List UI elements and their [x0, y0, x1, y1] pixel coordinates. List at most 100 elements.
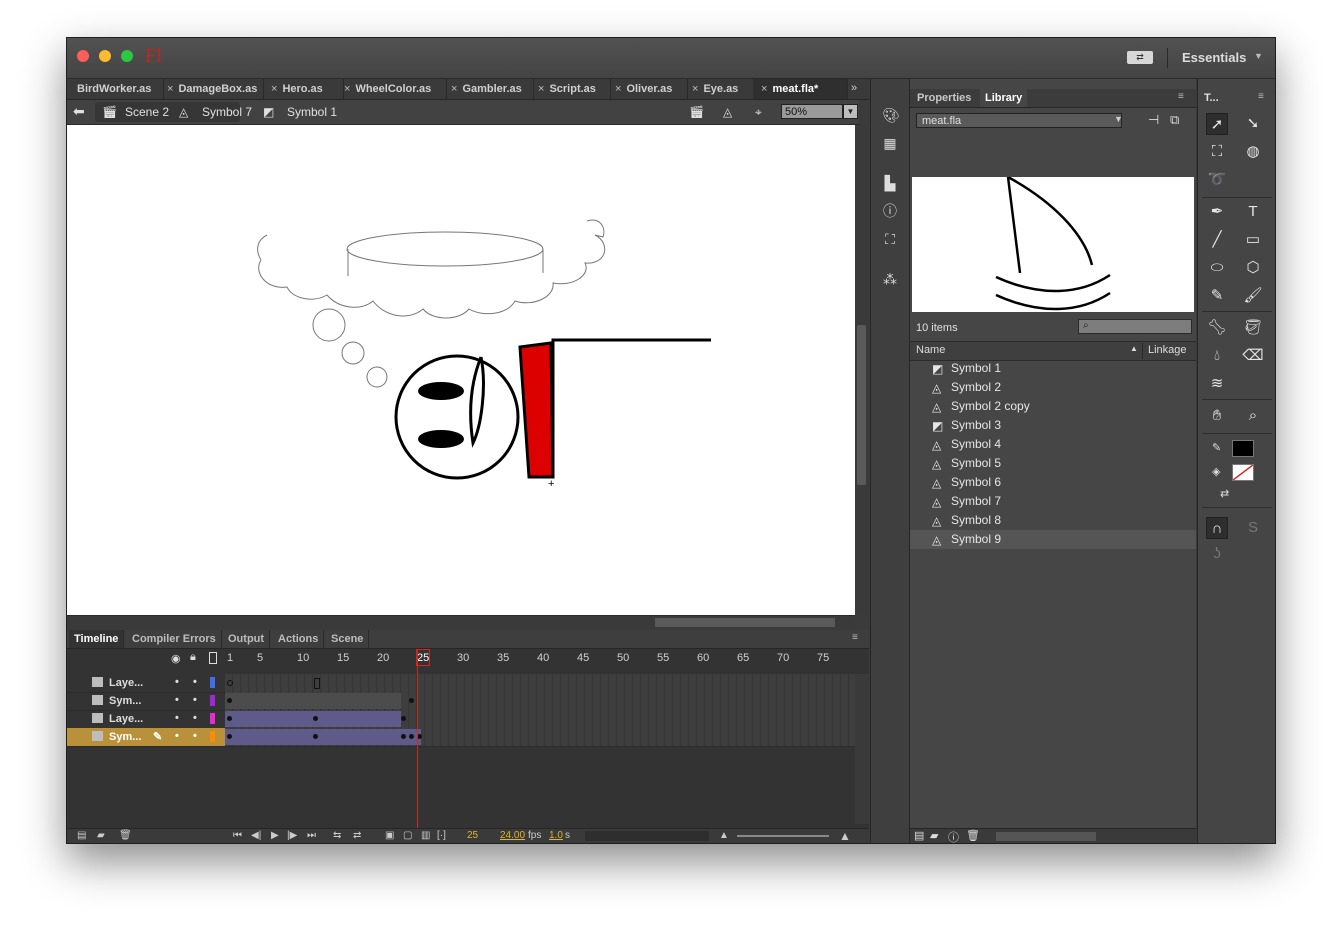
eraser-tool-icon[interactable]: ⌫	[1242, 345, 1264, 367]
outline-color-swatch[interactable]	[210, 731, 215, 742]
close-icon[interactable]: ×	[761, 83, 767, 95]
properties-icon[interactable]: ⓘ	[948, 829, 959, 843]
tab-library[interactable]: Library	[980, 89, 1028, 107]
selection-tool-icon[interactable]: ➚	[1206, 113, 1228, 135]
sort-ascending-icon[interactable]: ▲	[1130, 344, 1138, 353]
library-item[interactable]: ◬ Symbol 2 copy	[910, 397, 1196, 416]
back-arrow-icon[interactable]: ⬅	[73, 103, 85, 120]
close-window-button[interactable]	[77, 50, 89, 62]
brush-tool-icon[interactable]: 🖌︎	[1242, 285, 1264, 307]
visibility-dot[interactable]: •	[175, 694, 179, 706]
keyframe[interactable]	[409, 734, 414, 739]
free-transform-tool-icon[interactable]: ⛶	[1206, 141, 1228, 163]
keyframe[interactable]	[227, 734, 232, 739]
library-item[interactable]: ◬ Symbol 6	[910, 473, 1196, 492]
timeline-vertical-scrollbar[interactable]	[855, 674, 869, 824]
layer-name[interactable]: Sym...	[109, 731, 141, 743]
library-item[interactable]: ◩ Symbol 3	[910, 416, 1196, 435]
lock-dot[interactable]: •	[193, 730, 197, 742]
new-folder-icon[interactable]: ▰	[930, 829, 938, 842]
play-icon[interactable]: ▶	[271, 830, 279, 841]
zoom-slider[interactable]	[737, 835, 829, 837]
modify-markers-icon[interactable]: [·]	[437, 830, 446, 841]
onion-outline-icon[interactable]: ▢	[403, 830, 412, 841]
polystar-tool-icon[interactable]: ⬡	[1242, 257, 1264, 279]
edit-multiple-frames-icon[interactable]: ▥	[421, 830, 430, 841]
close-icon[interactable]: ×	[615, 83, 621, 95]
keyframe[interactable]	[313, 716, 318, 721]
layer-row[interactable]: Laye... • •	[67, 674, 225, 693]
playhead[interactable]	[417, 650, 418, 828]
scroll-thumb[interactable]	[857, 325, 866, 485]
tab-wheelcolor[interactable]: × WheelColor.as	[339, 79, 447, 99]
frame-row[interactable]	[225, 728, 855, 747]
breadcrumb-scene[interactable]: Scene 2	[125, 105, 169, 119]
library-horizontal-scrollbar[interactable]	[996, 832, 1096, 841]
trash-icon[interactable]: 🗑︎	[966, 829, 980, 842]
keyframe[interactable]	[401, 734, 406, 739]
tab-scene[interactable]: Scene	[326, 630, 370, 648]
frame-ruler[interactable]: 1 5 10 15 20 25 30 35 40 45 50 55 60 65 …	[225, 650, 855, 666]
tab-gambler[interactable]: × Gambler.as	[446, 79, 534, 99]
library-document-select[interactable]: meat.fla	[916, 113, 1122, 128]
tab-hero[interactable]: × Hero.as	[263, 79, 344, 99]
go-to-first-frame-icon[interactable]: ⏮	[233, 830, 242, 841]
zoom-in-icon[interactable]: ▲	[839, 829, 851, 843]
align-icon[interactable]: ▙	[882, 175, 898, 191]
library-item[interactable]: ◩ Symbol 1	[910, 359, 1196, 378]
close-icon[interactable]: ×	[271, 83, 277, 95]
tab-script[interactable]: × Script.as	[533, 79, 611, 99]
outline-color-swatch[interactable]	[210, 677, 215, 688]
keyframe[interactable]	[313, 734, 318, 739]
stage[interactable]: +	[67, 125, 855, 615]
visibility-dot[interactable]: •	[175, 730, 179, 742]
snap-to-objects-icon[interactable]: ∩	[1206, 517, 1228, 539]
tab-compiler-errors[interactable]: Compiler Errors	[127, 630, 222, 648]
new-library-panel-icon[interactable]: ⧉	[1170, 112, 1179, 128]
column-linkage[interactable]: Linkage	[1148, 344, 1187, 356]
playhead-handle[interactable]	[416, 649, 430, 666]
text-tool-icon[interactable]: T	[1242, 201, 1264, 223]
paint-bucket-tool-icon[interactable]: 🪣︎	[1242, 317, 1264, 339]
layer-name[interactable]: Sym...	[109, 695, 141, 707]
new-symbol-icon[interactable]: ▤	[914, 829, 924, 842]
chevron-down-icon[interactable]: ▼	[1114, 114, 1123, 124]
frame-span[interactable]	[225, 693, 401, 709]
pen-tool-icon[interactable]: ✒	[1206, 201, 1228, 223]
zoom-window-button[interactable]	[121, 50, 133, 62]
lock-dot[interactable]: •	[193, 712, 197, 724]
edit-scene-icon[interactable]: 🎬︎	[689, 105, 704, 119]
pin-icon[interactable]: ⊣	[1148, 112, 1159, 128]
center-frame-icon[interactable]: ⇄	[353, 830, 361, 841]
layer-row-selected[interactable]: Sym... ✎ • •	[67, 728, 225, 747]
library-search-input[interactable]: ⌕	[1078, 319, 1192, 334]
layer-row[interactable]: Laye... • •	[67, 710, 225, 729]
keyframe[interactable]	[227, 698, 232, 703]
components-icon[interactable]: ⁂	[882, 271, 898, 287]
smooth-icon[interactable]: S	[1242, 517, 1264, 539]
layer-name[interactable]: Laye...	[109, 713, 143, 725]
library-item[interactable]: ◬ Symbol 8	[910, 511, 1196, 530]
edit-symbol-icon[interactable]: ◬	[723, 105, 732, 119]
motion-tween[interactable]	[225, 729, 421, 745]
keyframe[interactable]	[401, 716, 406, 721]
pencil-tool-icon[interactable]: ✎	[1206, 285, 1228, 307]
layer-row[interactable]: Sym... • •	[67, 692, 225, 711]
lock-icon[interactable]: 🔒︎	[190, 651, 196, 664]
zoom-input[interactable]: 50%	[781, 104, 843, 119]
outline-icon[interactable]	[209, 652, 217, 664]
straighten-icon[interactable]: ʖ	[1206, 543, 1228, 565]
library-item[interactable]: ◬ Symbol 4	[910, 435, 1196, 454]
loop-icon[interactable]: ⇆	[333, 830, 341, 841]
current-frame[interactable]: 25	[467, 830, 478, 841]
close-icon[interactable]: ×	[344, 83, 350, 95]
subselection-tool-icon[interactable]: ➘	[1242, 113, 1264, 135]
tab-actions[interactable]: Actions	[273, 630, 325, 648]
close-icon[interactable]: ×	[167, 83, 173, 95]
frame-row[interactable]	[225, 710, 855, 729]
end-frame[interactable]	[314, 678, 320, 689]
zoom-tool-icon[interactable]: ⌕	[1242, 405, 1264, 427]
3d-rotation-tool-icon[interactable]: ◍	[1242, 141, 1264, 163]
fill-color-swatch[interactable]	[1232, 464, 1254, 481]
line-tool-icon[interactable]: ╱	[1206, 229, 1228, 251]
